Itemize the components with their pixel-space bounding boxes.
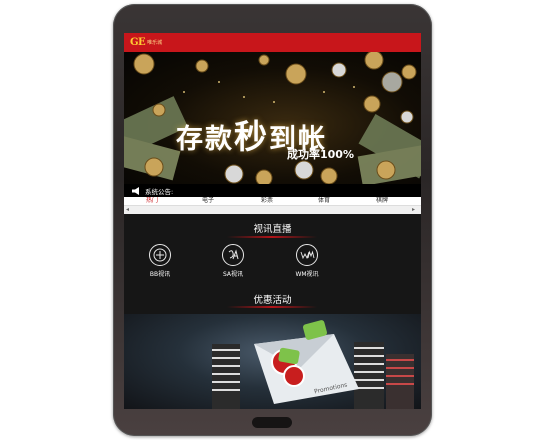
announcement-bar[interactable]: 系统公告: — [124, 184, 421, 197]
nav-item-0[interactable]: 热门 — [146, 197, 158, 204]
live-item-label: WM视讯 — [295, 271, 319, 278]
live-item-sa[interactable]: SA视讯 — [213, 244, 253, 278]
wm-logo-icon — [296, 244, 318, 266]
bb-logo-icon — [149, 244, 171, 266]
logo-text: 唯乐城 — [147, 39, 163, 46]
live-item-label: SA视讯 — [222, 271, 244, 278]
promo-title-underline — [227, 306, 317, 308]
scroll-right-icon[interactable]: ▸ — [412, 206, 415, 214]
home-button[interactable] — [252, 417, 292, 428]
top-header-bar: GE 唯乐城 — [124, 33, 421, 52]
live-item-wm[interactable]: WM视讯 — [287, 244, 327, 278]
banner-subline: 成功率100% — [287, 148, 354, 161]
horizontal-scrollbar[interactable]: ◂ ▸ — [124, 205, 421, 214]
site-logo[interactable]: GE 唯乐城 — [130, 36, 162, 49]
sa-logo-icon — [222, 244, 244, 266]
game-category-nav: 热门 电子 彩票 体育 棋牌 — [124, 197, 421, 205]
live-section-title: 视讯直播 — [253, 224, 292, 235]
nav-item-4[interactable]: 棋牌 — [376, 197, 388, 204]
promo-section-title: 优惠活动 — [253, 295, 292, 306]
announcement-label: 系统公告: — [145, 187, 174, 196]
hero-banner[interactable]: 存款秒到帐 成功率100% — [124, 52, 421, 184]
live-item-label: BB视讯 — [149, 271, 171, 278]
live-title-underline — [227, 236, 317, 238]
screen: GE 唯乐城 存款秒到帐 成功率100% 系统公告: 热门 电子 彩票 体育 棋… — [124, 33, 421, 409]
banner-headline-big: 秒 — [234, 117, 269, 156]
promo-banner[interactable]: Promotions — [124, 314, 421, 409]
tablet-frame: GE 唯乐城 存款秒到帐 成功率100% 系统公告: 热门 电子 彩票 体育 棋… — [113, 4, 432, 436]
nav-item-3[interactable]: 体育 — [318, 197, 330, 204]
scroll-left-icon[interactable]: ◂ — [126, 206, 129, 214]
nav-item-1[interactable]: 电子 — [202, 197, 214, 204]
speaker-icon — [132, 186, 139, 195]
live-item-bb[interactable]: BB视讯 — [140, 244, 180, 278]
promo-chips-graphic — [212, 320, 414, 409]
banner-headline-pre: 存款 — [176, 124, 234, 155]
logo-mark: GE — [130, 37, 146, 48]
nav-item-2[interactable]: 彩票 — [261, 197, 273, 204]
